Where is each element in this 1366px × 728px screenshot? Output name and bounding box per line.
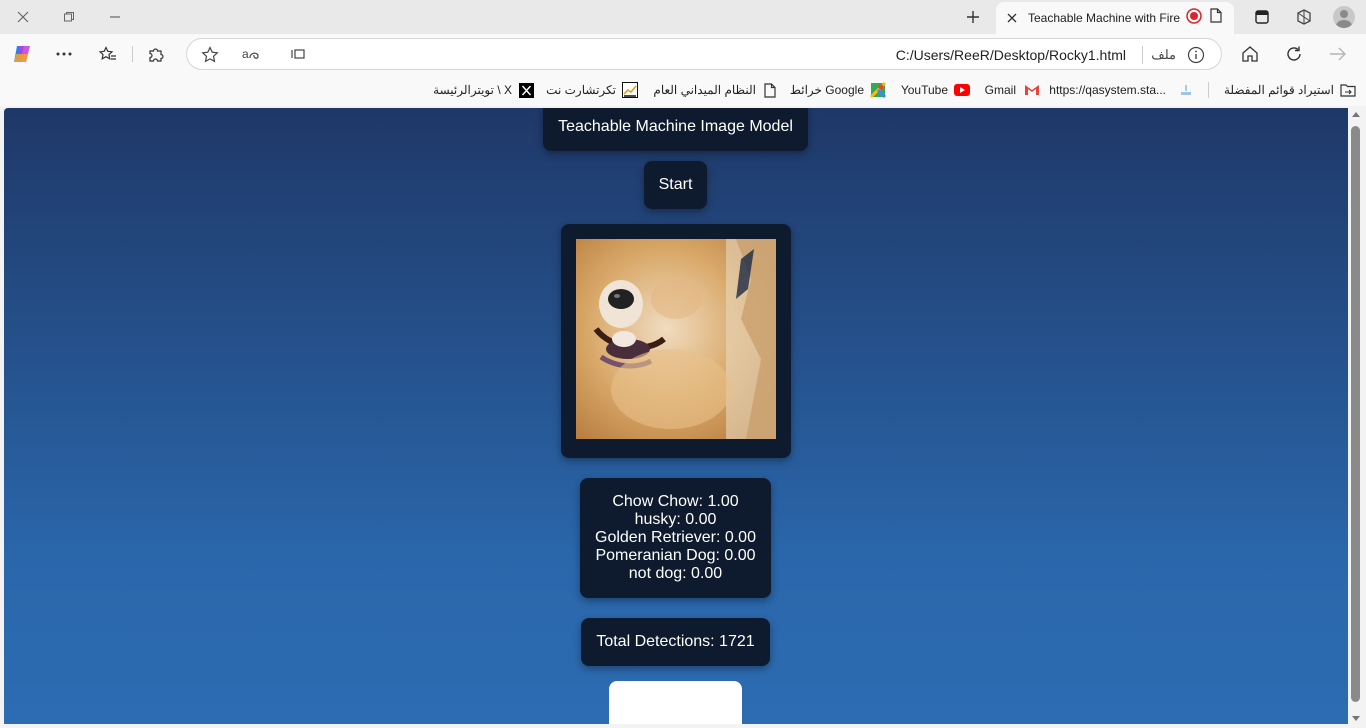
folder-import-icon bbox=[1340, 82, 1356, 98]
tab-actions-icon bbox=[1255, 10, 1269, 24]
workspaces-button[interactable] bbox=[1286, 0, 1322, 34]
add-favorite-icon[interactable] bbox=[201, 46, 219, 67]
bookmark-label: https://qasystem.sta... bbox=[1049, 83, 1166, 97]
gmail-icon bbox=[1024, 82, 1040, 98]
copilot-icon bbox=[14, 46, 30, 62]
page-content: Teachable Machine Image Model Start Chow… bbox=[4, 108, 1348, 724]
forward-button[interactable] bbox=[1322, 38, 1354, 70]
bookmarks-bar: استيراد قوائم المفضلة https://qasystem.s… bbox=[0, 74, 1366, 106]
prediction-row: Golden Retriever: 0.00 bbox=[595, 529, 756, 546]
chart-icon bbox=[622, 82, 638, 98]
recording-icon bbox=[1186, 7, 1202, 29]
active-tab[interactable]: Teachable Machine with Fire bbox=[996, 2, 1234, 34]
total-detections: Total Detections: 1721 bbox=[581, 618, 770, 666]
close-icon bbox=[17, 11, 29, 23]
navigation-toolbar: a C:/Users/ReeR/Desktop/Rocky1.html ملف bbox=[0, 34, 1366, 74]
address-divider bbox=[1142, 46, 1143, 64]
scroll-up-arrow[interactable] bbox=[1352, 112, 1360, 117]
predictions-panel: Chow Chow: 1.00 husky: 0.00 Golden Retri… bbox=[580, 478, 771, 598]
scrollbar-thumb[interactable] bbox=[1351, 126, 1360, 702]
x-icon bbox=[518, 82, 534, 98]
bookmark-gmail[interactable]: Gmail bbox=[985, 82, 1040, 98]
prediction-row: husky: 0.00 bbox=[634, 511, 717, 528]
bookmark-label: النظام الميداني العام bbox=[653, 83, 756, 97]
page-icon bbox=[762, 82, 778, 98]
read-aloud-icon[interactable]: a bbox=[241, 46, 261, 65]
webcam-container bbox=[561, 224, 791, 458]
address-bar[interactable]: a C:/Users/ReeR/Desktop/Rocky1.html ملف bbox=[186, 38, 1222, 70]
bookmark-label: YouTube bbox=[900, 83, 948, 97]
prediction-row: not dog: 0.00 bbox=[628, 565, 723, 582]
url-text[interactable]: C:/Users/ReeR/Desktop/Rocky1.html bbox=[896, 47, 1126, 63]
more-menu-button[interactable] bbox=[48, 38, 80, 70]
restore-icon bbox=[64, 12, 74, 22]
bookmark-import-favorites[interactable]: استيراد قوائم المفضلة bbox=[1224, 82, 1356, 98]
prediction-row: Chow Chow: 1.00 bbox=[612, 493, 739, 510]
file-icon bbox=[1210, 8, 1222, 28]
page-title: Teachable Machine Image Model bbox=[543, 108, 808, 151]
info-icon[interactable] bbox=[1187, 46, 1205, 69]
svg-text:a: a bbox=[242, 47, 249, 61]
tab-close-icon[interactable] bbox=[1004, 10, 1020, 26]
immersive-reader-icon[interactable] bbox=[291, 47, 307, 64]
scroll-down-arrow[interactable] bbox=[1352, 716, 1360, 721]
toolbar-divider bbox=[132, 46, 133, 62]
tab-title: Teachable Machine with Fire bbox=[1028, 11, 1180, 25]
webcam-feed bbox=[576, 239, 776, 439]
favorites-button[interactable] bbox=[92, 38, 124, 70]
bookmark-qasystem[interactable]: https://qasystem.sta... bbox=[1049, 82, 1194, 98]
extensions-button[interactable] bbox=[140, 38, 172, 70]
profile-button[interactable] bbox=[1326, 0, 1362, 34]
refresh-icon bbox=[1287, 46, 1301, 61]
empty-output-box bbox=[609, 681, 742, 724]
bookmark-label: Gmail bbox=[984, 83, 1016, 97]
bookmark-label: تويترالرئيسة \ X bbox=[433, 83, 512, 97]
home-icon bbox=[1242, 46, 1258, 62]
bookmark-label: خرائط Google bbox=[789, 83, 864, 97]
avatar bbox=[1333, 6, 1355, 28]
bookmark-youtube[interactable]: YouTube bbox=[901, 82, 970, 98]
window-minimize-button[interactable] bbox=[92, 0, 138, 34]
window-close-button[interactable] bbox=[0, 0, 46, 34]
prediction-row: Pomeranian Dog: 0.00 bbox=[595, 547, 756, 564]
bookmark-general-field-system[interactable]: النظام الميداني العام bbox=[653, 82, 778, 98]
site-icon bbox=[1178, 82, 1194, 98]
refresh-button[interactable] bbox=[1278, 38, 1310, 70]
bookmark-label: تكرتشارت نت bbox=[546, 83, 616, 97]
tab-actions-button[interactable] bbox=[1244, 0, 1280, 34]
bookmark-tikrchart[interactable]: تكرتشارت نت bbox=[546, 82, 638, 98]
new-tab-button[interactable] bbox=[956, 0, 990, 34]
maps-icon bbox=[870, 82, 886, 98]
puzzle-icon bbox=[149, 48, 164, 62]
more-icon bbox=[56, 52, 72, 56]
youtube-icon bbox=[954, 82, 970, 98]
window-restore-button[interactable] bbox=[46, 0, 92, 34]
plus-icon bbox=[967, 11, 979, 23]
dog-photo-image bbox=[576, 239, 776, 439]
copilot-button[interactable] bbox=[6, 38, 38, 70]
home-button[interactable] bbox=[1234, 38, 1266, 70]
start-button[interactable]: Start bbox=[644, 161, 707, 209]
tab-strip: Teachable Machine with Fire bbox=[0, 0, 1366, 34]
workspaces-icon bbox=[1297, 9, 1311, 25]
bookmark-google-maps[interactable]: خرائط Google bbox=[790, 82, 886, 98]
bookmarks-divider bbox=[1208, 82, 1209, 98]
bookmark-label: استيراد قوائم المفضلة bbox=[1223, 83, 1334, 97]
minimize-icon bbox=[110, 16, 120, 18]
scheme-label: ملف bbox=[1151, 47, 1176, 62]
favorites-list-icon bbox=[99, 46, 116, 60]
arrow-right-icon bbox=[1330, 47, 1346, 61]
bookmark-twitter-home[interactable]: تويترالرئيسة \ X bbox=[433, 82, 534, 98]
